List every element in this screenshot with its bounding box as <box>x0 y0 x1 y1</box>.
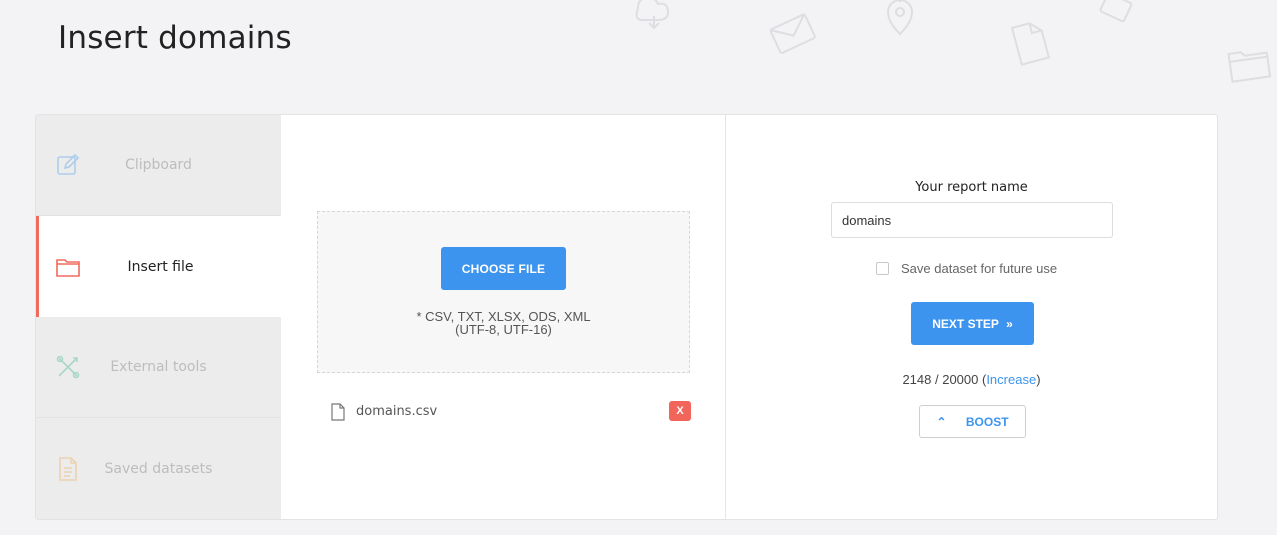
quota-text: 2148 / 20000 (Increase) <box>902 372 1041 387</box>
uploaded-file-name: domains.csv <box>356 404 438 419</box>
report-name-input[interactable] <box>831 202 1113 238</box>
file-dropzone[interactable]: CHOOSE FILE * CSV, TXT, XLSX, ODS, XML (… <box>317 211 690 373</box>
import-card: Clipboard Insert file External tools Sav… <box>35 114 1218 520</box>
choose-file-button[interactable]: CHOOSE FILE <box>441 247 566 290</box>
save-dataset-checkbox[interactable] <box>876 261 889 275</box>
sidebar-item-external-tools[interactable]: External tools <box>36 317 281 418</box>
sidebar-item-insert-file[interactable]: Insert file <box>36 216 282 317</box>
background-decoration <box>635 0 1272 83</box>
folder-icon <box>56 258 80 277</box>
document-icon <box>59 456 77 481</box>
uploaded-file-row: domains.csv X <box>331 401 691 423</box>
sidebar-item-saved-datasets[interactable]: Saved datasets <box>36 418 281 519</box>
remove-file-button[interactable]: X <box>669 401 691 421</box>
file-icon <box>331 403 345 421</box>
increase-link[interactable]: Increase <box>986 372 1036 387</box>
page-title: Insert domains <box>58 20 292 56</box>
file-upload-panel: CHOOSE FILE * CSV, TXT, XLSX, ODS, XML (… <box>281 115 726 519</box>
supported-formats: * CSV, TXT, XLSX, ODS, XML (UTF-8, UTF-1… <box>416 309 591 337</box>
double-chevron-up-icon: ⌃ <box>936 414 947 429</box>
double-chevron-right-icon: » <box>1006 316 1013 331</box>
save-dataset-row[interactable]: Save dataset for future use <box>876 260 1057 276</box>
import-method-sidebar: Clipboard Insert file External tools Sav… <box>36 115 282 519</box>
next-step-button[interactable]: NEXT STEP » <box>911 302 1034 345</box>
edit-icon <box>57 153 80 175</box>
tools-icon <box>56 355 80 379</box>
sidebar-item-clipboard[interactable]: Clipboard <box>36 115 281 216</box>
report-settings-panel: Your report name Save dataset for future… <box>726 115 1217 519</box>
save-dataset-label: Save dataset for future use <box>901 260 1058 276</box>
report-name-label: Your report name <box>915 180 1028 195</box>
boost-button[interactable]: ⌃ BOOST <box>919 405 1026 438</box>
